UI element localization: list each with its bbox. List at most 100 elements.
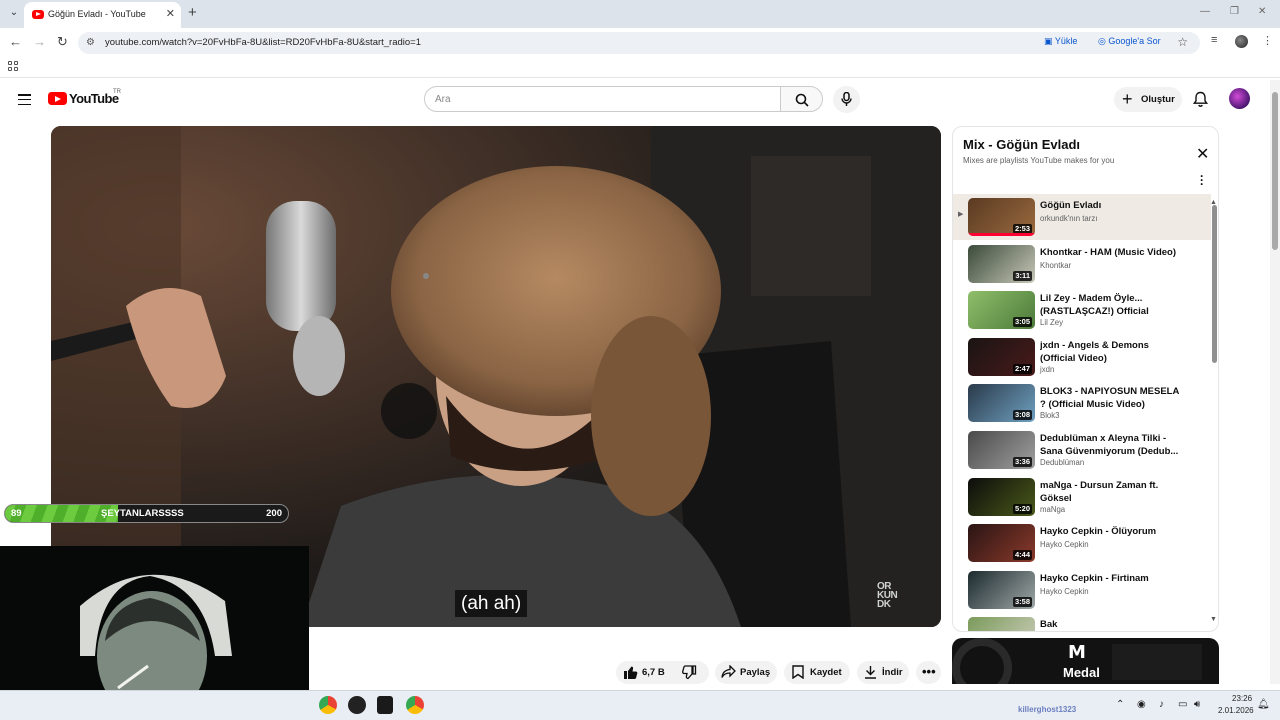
playlist-item-title[interactable]: Göğün Evladı — [1040, 199, 1180, 212]
playlist-more-icon[interactable]: · · · — [1200, 170, 1204, 190]
ad-banner[interactable]: Ⅿ Medal — [952, 638, 1219, 684]
playlist-item-duration: 5:20 — [1012, 503, 1032, 514]
menu-hamburger-icon[interactable] — [18, 94, 31, 105]
dislike-thumb-icon[interactable] — [682, 665, 697, 680]
playlist-item[interactable]: 5:20 maNga - Dursun Zaman ft. Göksel maNga — [953, 474, 1211, 520]
playlist-item-thumbnail[interactable]: 2:53 — [968, 198, 1035, 236]
like-count[interactable]: 6,7 B — [642, 667, 665, 678]
account-avatar[interactable] — [1229, 88, 1250, 109]
playlist-item[interactable]: 4:44 Hayko Cepkin - Ölüyorum Hayko Cepkin — [953, 520, 1211, 566]
share-arrow-icon — [721, 665, 736, 678]
network-icon[interactable]: ▭ — [1178, 699, 1187, 710]
share-button[interactable]: Paylaş — [715, 661, 777, 684]
browser-profile-icon[interactable] — [1235, 35, 1248, 48]
minimize-icon[interactable]: — — [1200, 6, 1210, 17]
forward-arrow-icon[interactable]: → — [33, 34, 46, 49]
apps-grid-icon[interactable] — [8, 61, 18, 71]
save-button[interactable]: Kaydet — [784, 661, 850, 684]
browser-toolbar: ← → ↻ ⚙ youtube.com/watch?v=20FvHbFa-8U&… — [0, 28, 1280, 56]
playlist-item-title[interactable]: Hayko Cepkin - Firtinam — [1040, 572, 1180, 585]
playlist-item-thumbnail[interactable]: 3:05 — [968, 291, 1035, 330]
epic-games-app-icon[interactable] — [377, 696, 393, 714]
scroll-down-arrow-icon[interactable]: ▼ — [1210, 616, 1217, 623]
playlist-item-thumbnail[interactable]: 2:47 — [968, 337, 1035, 376]
playlist-item-channel: maNga — [1040, 504, 1066, 514]
more-actions-button[interactable]: ••• — [916, 661, 941, 684]
notifications-bell-icon[interactable] — [1193, 91, 1208, 108]
playlist-item[interactable]: 2:47 jxdn - Angels & Demons (Official Vid… — [953, 334, 1211, 380]
playlist-item-title[interactable]: Dedublüman x Aleyna Tilki - Sana Güvenmi… — [1040, 432, 1180, 458]
playlist-item-thumbnail[interactable]: 3:08 — [968, 384, 1035, 423]
playlist-item[interactable]: 3:05 Lil Zey - Madem Öyle... (RASTLAŞCAZ!… — [953, 287, 1211, 333]
tray-chevron-icon[interactable]: ⌃ — [1116, 699, 1124, 710]
obs-app-icon[interactable] — [348, 696, 366, 714]
playlist-item-title[interactable]: Lil Zey - Madem Öyle... (RASTLAŞCAZ!) Of… — [1040, 292, 1180, 319]
playlist-item[interactable]: 3:08 BLOK3 - NAPIYOSUN MESELA ? (Official… — [953, 380, 1211, 426]
playlist-item-thumbnail[interactable]: 3:58 — [968, 570, 1035, 609]
playlist-item-title[interactable]: jxdn - Angels & Demons (Official Video) — [1040, 339, 1180, 365]
playlist-item[interactable]: ▶ 2:53 Göğün Evladı orkundk'nın tarzı — [953, 194, 1211, 240]
browser-menu-icon[interactable]: ⋮ — [1262, 34, 1273, 47]
playlist-item-title[interactable]: BLOK3 - NAPIYOSUN MESELA ? (Official Mus… — [1040, 385, 1180, 411]
playlist-item-thumbnail[interactable]: 3:36 — [968, 431, 1035, 469]
google-ask-chip[interactable]: ◎ Google'a Sor — [1098, 36, 1161, 47]
playlist-item-title[interactable]: Khontkar - HAM (Music Video) — [1040, 246, 1180, 259]
tray-app-icon[interactable]: ◉ — [1137, 699, 1146, 710]
search-placeholder: Ara — [435, 94, 451, 105]
new-tab-plus-icon[interactable]: + — [188, 4, 197, 21]
browser-tab[interactable]: Göğün Evladı - YouTube ✕ — [24, 2, 181, 28]
level-end-value: 200 — [266, 508, 282, 519]
medal-logo-icon: Ⅿ — [1068, 642, 1086, 662]
youtube-logo-icon[interactable] — [48, 92, 67, 105]
playlist-item-duration: 2:47 — [1012, 363, 1032, 374]
chrome-app-icon[interactable] — [319, 696, 337, 714]
playlist-item-thumbnail[interactable]: 5:20 — [968, 477, 1035, 516]
restore-icon[interactable]: ❐ — [1230, 6, 1239, 17]
playlist-close-icon[interactable]: ✕ — [1196, 144, 1209, 164]
search-button[interactable] — [780, 86, 823, 112]
playlist-item[interactable]: BakPilli Bebek - Topic — [953, 613, 1211, 631]
reload-icon[interactable]: ↻ — [57, 34, 68, 50]
tab-close-icon[interactable]: ✕ — [166, 7, 175, 20]
page-scroll-thumb[interactable] — [1272, 92, 1278, 250]
voice-search-button[interactable] — [833, 86, 860, 113]
create-button[interactable]: + Oluştur — [1114, 87, 1182, 112]
playlist-item-title[interactable]: Bak — [1040, 618, 1180, 631]
playlist-item[interactable]: 3:11 Khontkar - HAM (Music Video) Khontkar — [953, 241, 1211, 287]
playlist-item-thumbnail[interactable]: 3:11 — [968, 244, 1035, 283]
bookmark-star-icon[interactable]: ☆ — [1177, 35, 1188, 49]
address-bar[interactable]: ⚙ youtube.com/watch?v=20FvHbFa-8U&list=R… — [78, 32, 1200, 54]
volume-icon[interactable]: 🔊︎ — [1194, 699, 1200, 710]
microphone-tray-icon[interactable]: ♪ — [1159, 699, 1164, 710]
tab-search-chevron-icon[interactable]: ⌄ — [6, 5, 22, 21]
playlist-item-channel: Dedublüman — [1040, 458, 1085, 467]
search-input[interactable]: Ara — [424, 86, 781, 112]
channel-watermark[interactable]: OR KUN DK — [877, 582, 911, 610]
playlist-item-thumbnail[interactable]: 4:44 — [968, 524, 1035, 563]
save-label: Kaydet — [810, 667, 842, 678]
playlist-scroll-thumb[interactable] — [1212, 205, 1217, 363]
bookmarks-bar — [0, 56, 1280, 78]
taskbar-date[interactable]: 2.01.2026 — [1218, 706, 1254, 715]
scroll-up-arrow-icon[interactable]: ▲ — [1210, 199, 1217, 206]
window-close-icon[interactable]: ✕ — [1258, 6, 1266, 17]
playlist-item-thumbnail[interactable] — [968, 617, 1035, 631]
playlist-item-channel: Khontkar — [1040, 260, 1072, 270]
upload-chip[interactable]: ▣ Yükle — [1044, 36, 1077, 47]
site-info-icon[interactable]: ⚙ — [86, 37, 95, 48]
media-queue-icon[interactable]: ≡ — [1211, 34, 1217, 46]
back-arrow-icon[interactable]: ← — [9, 34, 22, 49]
playlist-item[interactable]: 3:58 Hayko Cepkin - Firtinam Hayko Cepkin — [953, 567, 1211, 613]
playlist-item-duration: 3:36 — [1012, 457, 1032, 467]
youtube-wordmark[interactable]: YouTube — [69, 91, 119, 106]
notification-center-icon[interactable]: 🔔︎ — [1257, 699, 1270, 710]
like-thumb-icon[interactable] — [623, 665, 638, 680]
download-button[interactable]: İndir — [857, 661, 909, 684]
google-ask-label: Google'a Sor — [1108, 36, 1161, 46]
playlist-item[interactable]: 3:36 Dedublüman x Aleyna Tilki - Sana Güv… — [953, 427, 1211, 473]
taskbar-time[interactable]: 23:26 — [1232, 694, 1252, 703]
playlist-item-title[interactable]: maNga - Dursun Zaman ft. Göksel — [1040, 479, 1180, 505]
chrome-profile-app-icon[interactable] — [406, 696, 424, 714]
download-icon — [865, 666, 876, 679]
playlist-item-title[interactable]: Hayko Cepkin - Ölüyorum — [1040, 525, 1180, 538]
